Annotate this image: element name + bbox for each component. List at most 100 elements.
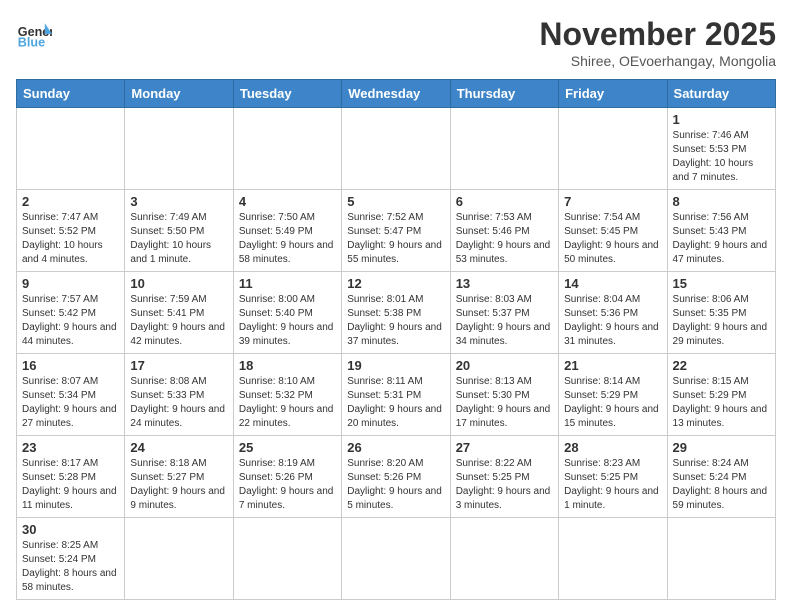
day-info: Sunrise: 8:18 AM Sunset: 5:27 PM Dayligh… bbox=[130, 457, 227, 513]
day-number: 22 bbox=[673, 358, 770, 373]
day-number: 18 bbox=[239, 358, 336, 373]
day-info: Sunrise: 8:03 AM Sunset: 5:37 PM Dayligh… bbox=[456, 293, 553, 349]
calendar-cell: 1 Sunrise: 7:46 AM Sunset: 5:53 PM Daylig… bbox=[667, 108, 775, 190]
calendar-cell: 26Sunrise: 8:20 AM Sunset: 5:26 PM Dayli… bbox=[342, 436, 450, 518]
weekday-header-tuesday: Tuesday bbox=[233, 80, 341, 108]
calendar-cell: 3 Sunrise: 7:49 AM Sunset: 5:50 PM Daylig… bbox=[125, 190, 233, 272]
calendar-cell: 11 Sunrise: 8:00 AM Sunset: 5:40 PM Dayli… bbox=[233, 272, 341, 354]
day-number: 28 bbox=[564, 440, 661, 455]
calendar-cell: 21 Sunrise: 8:14 AM Sunset: 5:29 PM Dayli… bbox=[559, 354, 667, 436]
day-number: 15 bbox=[673, 276, 770, 291]
week-row-5: 23Sunrise: 8:17 AM Sunset: 5:28 PM Dayli… bbox=[17, 436, 776, 518]
calendar-cell: 16Sunrise: 8:07 AM Sunset: 5:34 PM Dayli… bbox=[17, 354, 125, 436]
calendar-cell: 15 Sunrise: 8:06 AM Sunset: 5:35 PM Dayli… bbox=[667, 272, 775, 354]
day-info: Sunrise: 8:08 AM Sunset: 5:33 PM Dayligh… bbox=[130, 375, 227, 431]
day-info: Sunrise: 7:59 AM Sunset: 5:41 PM Dayligh… bbox=[130, 293, 227, 349]
weekday-header-wednesday: Wednesday bbox=[342, 80, 450, 108]
day-info: Sunrise: 7:53 AM Sunset: 5:46 PM Dayligh… bbox=[456, 211, 553, 267]
day-number: 12 bbox=[347, 276, 444, 291]
weekday-header-friday: Friday bbox=[559, 80, 667, 108]
calendar-cell bbox=[342, 518, 450, 600]
calendar-cell: 20 Sunrise: 8:13 AM Sunset: 5:30 PM Dayli… bbox=[450, 354, 558, 436]
day-number: 9 bbox=[22, 276, 119, 291]
calendar-table: SundayMondayTuesdayWednesdayThursdayFrid… bbox=[16, 79, 776, 600]
day-info: Sunrise: 7:52 AM Sunset: 5:47 PM Dayligh… bbox=[347, 211, 444, 267]
day-number: 2 bbox=[22, 194, 119, 209]
calendar-cell: 17Sunrise: 8:08 AM Sunset: 5:33 PM Dayli… bbox=[125, 354, 233, 436]
day-number: 21 bbox=[564, 358, 661, 373]
calendar-cell: 27 Sunrise: 8:22 AM Sunset: 5:25 PM Dayli… bbox=[450, 436, 558, 518]
calendar-cell: 12Sunrise: 8:01 AM Sunset: 5:38 PM Dayli… bbox=[342, 272, 450, 354]
day-number: 25 bbox=[239, 440, 336, 455]
day-info: Sunrise: 8:06 AM Sunset: 5:35 PM Dayligh… bbox=[673, 293, 770, 349]
calendar-cell bbox=[450, 108, 558, 190]
calendar-cell: 29Sunrise: 8:24 AM Sunset: 5:24 PM Dayli… bbox=[667, 436, 775, 518]
week-row-6: 30 Sunrise: 8:25 AM Sunset: 5:24 PM Dayli… bbox=[17, 518, 776, 600]
day-info: Sunrise: 8:19 AM Sunset: 5:26 PM Dayligh… bbox=[239, 457, 336, 513]
day-number: 19 bbox=[347, 358, 444, 373]
day-info: Sunrise: 8:15 AM Sunset: 5:29 PM Dayligh… bbox=[673, 375, 770, 431]
calendar-cell bbox=[17, 108, 125, 190]
calendar-cell bbox=[233, 518, 341, 600]
day-number: 24 bbox=[130, 440, 227, 455]
day-number: 30 bbox=[22, 522, 119, 537]
calendar-cell: 5Sunrise: 7:52 AM Sunset: 5:47 PM Daylig… bbox=[342, 190, 450, 272]
calendar-cell: 2 Sunrise: 7:47 AM Sunset: 5:52 PM Daylig… bbox=[17, 190, 125, 272]
day-info: Sunrise: 7:47 AM Sunset: 5:52 PM Dayligh… bbox=[22, 211, 119, 267]
day-info: Sunrise: 8:17 AM Sunset: 5:28 PM Dayligh… bbox=[22, 457, 119, 513]
day-info: Sunrise: 7:46 AM Sunset: 5:53 PM Dayligh… bbox=[673, 129, 770, 185]
day-number: 4 bbox=[239, 194, 336, 209]
logo: General Blue bbox=[16, 16, 52, 52]
weekday-header-row: SundayMondayTuesdayWednesdayThursdayFrid… bbox=[17, 80, 776, 108]
calendar-cell: 25 Sunrise: 8:19 AM Sunset: 5:26 PM Dayli… bbox=[233, 436, 341, 518]
page-header: General Blue November 2025 Shiree, OEvoe… bbox=[16, 16, 776, 69]
week-row-1: 1 Sunrise: 7:46 AM Sunset: 5:53 PM Daylig… bbox=[17, 108, 776, 190]
calendar-cell: 18 Sunrise: 8:10 AM Sunset: 5:32 PM Dayli… bbox=[233, 354, 341, 436]
calendar-cell: 10Sunrise: 7:59 AM Sunset: 5:41 PM Dayli… bbox=[125, 272, 233, 354]
day-info: Sunrise: 8:25 AM Sunset: 5:24 PM Dayligh… bbox=[22, 539, 119, 595]
day-info: Sunrise: 8:00 AM Sunset: 5:40 PM Dayligh… bbox=[239, 293, 336, 349]
weekday-header-thursday: Thursday bbox=[450, 80, 558, 108]
day-info: Sunrise: 7:57 AM Sunset: 5:42 PM Dayligh… bbox=[22, 293, 119, 349]
day-number: 11 bbox=[239, 276, 336, 291]
calendar-cell bbox=[559, 108, 667, 190]
day-number: 27 bbox=[456, 440, 553, 455]
day-info: Sunrise: 7:50 AM Sunset: 5:49 PM Dayligh… bbox=[239, 211, 336, 267]
weekday-header-sunday: Sunday bbox=[17, 80, 125, 108]
calendar-cell bbox=[559, 518, 667, 600]
week-row-4: 16Sunrise: 8:07 AM Sunset: 5:34 PM Dayli… bbox=[17, 354, 776, 436]
calendar-cell: 9 Sunrise: 7:57 AM Sunset: 5:42 PM Daylig… bbox=[17, 272, 125, 354]
day-info: Sunrise: 8:22 AM Sunset: 5:25 PM Dayligh… bbox=[456, 457, 553, 513]
calendar-cell: 8Sunrise: 7:56 AM Sunset: 5:43 PM Daylig… bbox=[667, 190, 775, 272]
day-info: Sunrise: 7:49 AM Sunset: 5:50 PM Dayligh… bbox=[130, 211, 227, 267]
day-number: 26 bbox=[347, 440, 444, 455]
day-info: Sunrise: 7:56 AM Sunset: 5:43 PM Dayligh… bbox=[673, 211, 770, 267]
svg-text:Blue: Blue bbox=[18, 36, 45, 50]
day-number: 1 bbox=[673, 112, 770, 127]
week-row-3: 9 Sunrise: 7:57 AM Sunset: 5:42 PM Daylig… bbox=[17, 272, 776, 354]
weekday-header-saturday: Saturday bbox=[667, 80, 775, 108]
day-number: 3 bbox=[130, 194, 227, 209]
calendar-cell bbox=[125, 518, 233, 600]
weekday-header-monday: Monday bbox=[125, 80, 233, 108]
day-number: 6 bbox=[456, 194, 553, 209]
day-info: Sunrise: 8:14 AM Sunset: 5:29 PM Dayligh… bbox=[564, 375, 661, 431]
calendar-cell: 22 Sunrise: 8:15 AM Sunset: 5:29 PM Dayli… bbox=[667, 354, 775, 436]
day-number: 20 bbox=[456, 358, 553, 373]
calendar-cell: 7Sunrise: 7:54 AM Sunset: 5:45 PM Daylig… bbox=[559, 190, 667, 272]
calendar-cell bbox=[667, 518, 775, 600]
day-info: Sunrise: 8:23 AM Sunset: 5:25 PM Dayligh… bbox=[564, 457, 661, 513]
title-block: November 2025 Shiree, OEvoerhangay, Mong… bbox=[539, 16, 776, 69]
logo-icon: General Blue bbox=[16, 16, 52, 52]
day-info: Sunrise: 8:04 AM Sunset: 5:36 PM Dayligh… bbox=[564, 293, 661, 349]
calendar-cell: 13Sunrise: 8:03 AM Sunset: 5:37 PM Dayli… bbox=[450, 272, 558, 354]
day-number: 7 bbox=[564, 194, 661, 209]
day-info: Sunrise: 8:07 AM Sunset: 5:34 PM Dayligh… bbox=[22, 375, 119, 431]
calendar-cell: 4 Sunrise: 7:50 AM Sunset: 5:49 PM Daylig… bbox=[233, 190, 341, 272]
calendar-cell: 19Sunrise: 8:11 AM Sunset: 5:31 PM Dayli… bbox=[342, 354, 450, 436]
calendar-cell: 30 Sunrise: 8:25 AM Sunset: 5:24 PM Dayli… bbox=[17, 518, 125, 600]
day-info: Sunrise: 8:10 AM Sunset: 5:32 PM Dayligh… bbox=[239, 375, 336, 431]
calendar-cell bbox=[125, 108, 233, 190]
calendar-cell bbox=[342, 108, 450, 190]
day-info: Sunrise: 8:13 AM Sunset: 5:30 PM Dayligh… bbox=[456, 375, 553, 431]
